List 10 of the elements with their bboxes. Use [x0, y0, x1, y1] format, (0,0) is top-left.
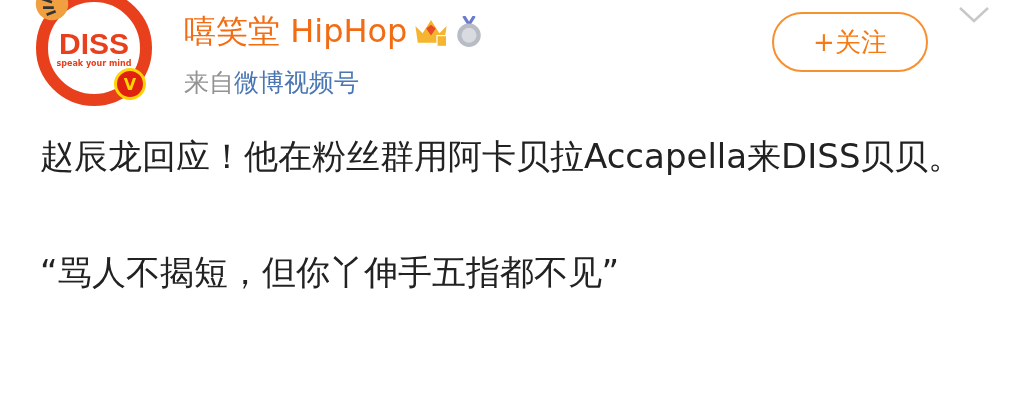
tagline: speak your mind [56, 58, 132, 68]
post-paragraph: 赵辰龙回应！他在粉丝群用阿卡贝拉Accapella来DISS贝贝。 [40, 135, 964, 178]
logo-text: DISS [59, 28, 129, 59]
post-source: 来自微博视频号 [184, 67, 360, 99]
source-link[interactable]: 微博视频号 [234, 68, 359, 97]
medal-icon [455, 16, 484, 48]
follow-button[interactable]: +关注 [772, 12, 928, 72]
post-paragraph: “骂人不揭短，但你丫伸手五指都不见” [40, 251, 621, 294]
chevron-down-icon[interactable] [958, 6, 990, 24]
user-name[interactable]: 嘻笑堂 HipHop [184, 10, 408, 54]
